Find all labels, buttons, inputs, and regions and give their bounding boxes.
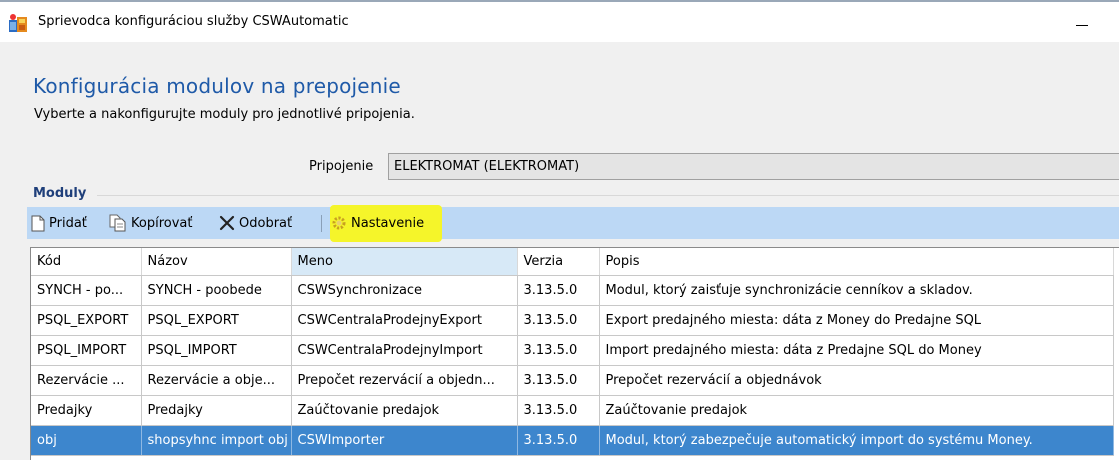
cell-verzia: 3.13.5.0 [517, 395, 600, 426]
column-header-popis[interactable]: Popis [599, 248, 1114, 276]
toolbar-separator [321, 215, 322, 232]
cell-popis: Import predajného miesta: dáta z Predajn… [599, 335, 1114, 366]
app-icon [9, 14, 27, 32]
cell-nazov: SYNCH - poobede [141, 275, 292, 306]
table-row[interactable]: PSQL_IMPORT PSQL_IMPORT CSWCentralaProde… [31, 335, 1114, 366]
column-header-nazov[interactable]: Názov [141, 248, 292, 276]
settings-label: Nastavenie [351, 215, 425, 231]
modules-toolbar: Pridať Kopírovať Odobrať Nastavenie [27, 205, 1119, 242]
page-subtitle: Vyberte a nakonfigurujte moduly pro jedn… [34, 107, 415, 122]
remove-button[interactable]: Odobrať [219, 207, 292, 239]
cell-popis: Export predajného miesta: dáta z Money d… [599, 305, 1114, 336]
cell-verzia: 3.13.5.0 [517, 425, 600, 456]
settings-button[interactable]: Nastavenie [331, 207, 424, 239]
page-title: Konfigurácia modulov na prepojenie [33, 74, 401, 98]
cell-popis: Modul, ktorý zabezpečuje automatický imp… [599, 425, 1114, 456]
table-row[interactable]: Predajky Predajky Zaúčtovanie predajok 3… [31, 395, 1114, 426]
cell-kod: PSQL_IMPORT [31, 335, 142, 366]
cell-meno: Zaúčtovanie predajok [291, 395, 518, 426]
add-label: Pridať [49, 215, 87, 231]
cell-kod: obj [31, 425, 142, 456]
cell-meno: Prepočet rezervácií a objedn... [291, 365, 518, 396]
cell-nazov: shopsyhnc import obj [141, 425, 292, 456]
cell-meno: CSWImporter [291, 425, 518, 456]
window-title: Sprievodca konfiguráciou služby CSWAutom… [38, 14, 349, 29]
remove-label: Odobrať [239, 215, 293, 231]
cell-popis: Prepočet rezervácií a objednávok [599, 365, 1114, 396]
title-bar: Sprievodca konfiguráciou služby CSWAutom… [0, 2, 1119, 42]
column-header-meno[interactable]: Meno [291, 248, 518, 276]
cell-meno: CSWCentralaProdejnyExport [291, 305, 518, 336]
gear-icon [332, 216, 346, 230]
cell-nazov: PSQL_IMPORT [141, 335, 292, 366]
modules-group-label: Moduly [33, 186, 87, 201]
modules-table: Kód Názov Meno Verzia Popis SYNCH - po..… [31, 248, 1114, 456]
connection-value: ELEKTROMAT (ELEKTROMAT) [394, 159, 580, 174]
minimize-icon[interactable] [1070, 10, 1096, 36]
cell-nazov: Predajky [141, 395, 292, 426]
copy-button[interactable]: Kopírovať [109, 207, 192, 239]
delete-x-icon [219, 215, 235, 231]
table-row[interactable]: Rezervácie ... Rezervácie a obje... Prep… [31, 365, 1114, 396]
cell-verzia: 3.13.5.0 [517, 335, 600, 366]
new-document-icon [31, 215, 45, 231]
cell-verzia: 3.13.5.0 [517, 305, 600, 336]
cell-meno: CSWCentralaProdejnyImport [291, 335, 518, 366]
column-header-kod[interactable]: Kód [31, 248, 142, 276]
cell-kod: Predajky [31, 395, 142, 426]
cell-kod: SYNCH - po... [31, 275, 142, 306]
cell-popis: Zaúčtovanie predajok [599, 395, 1114, 426]
header-row: Kód Názov Meno Verzia Popis [31, 248, 1114, 276]
cell-nazov: PSQL_EXPORT [141, 305, 292, 336]
cell-kod: Rezervácie ... [31, 365, 142, 396]
copy-icon [109, 214, 126, 232]
column-header-verzia[interactable]: Verzia [517, 248, 600, 276]
group-divider [97, 195, 1119, 196]
copy-label: Kopírovať [131, 215, 193, 231]
modules-grid: Kód Názov Meno Verzia Popis SYNCH - po..… [30, 247, 1119, 460]
connection-label: Pripojenie [309, 159, 374, 174]
cell-nazov: Rezervácie a obje... [141, 365, 292, 396]
cell-verzia: 3.13.5.0 [517, 275, 600, 306]
cell-verzia: 3.13.5.0 [517, 365, 600, 396]
table-row[interactable]: PSQL_EXPORT PSQL_EXPORT CSWCentralaProde… [31, 305, 1114, 336]
add-button[interactable]: Pridať [31, 207, 87, 239]
table-row-selected[interactable]: obj shopsyhnc import obj CSWImporter 3.1… [31, 425, 1114, 456]
cell-kod: PSQL_EXPORT [31, 305, 142, 336]
cell-meno: CSWSynchronizace [291, 275, 518, 306]
cell-popis: Modul, ktorý zaisťuje synchronizácie cen… [599, 275, 1114, 306]
connection-select[interactable]: ELEKTROMAT (ELEKTROMAT) [388, 153, 1119, 180]
table-row[interactable]: SYNCH - po... SYNCH - poobede CSWSynchro… [31, 275, 1114, 306]
